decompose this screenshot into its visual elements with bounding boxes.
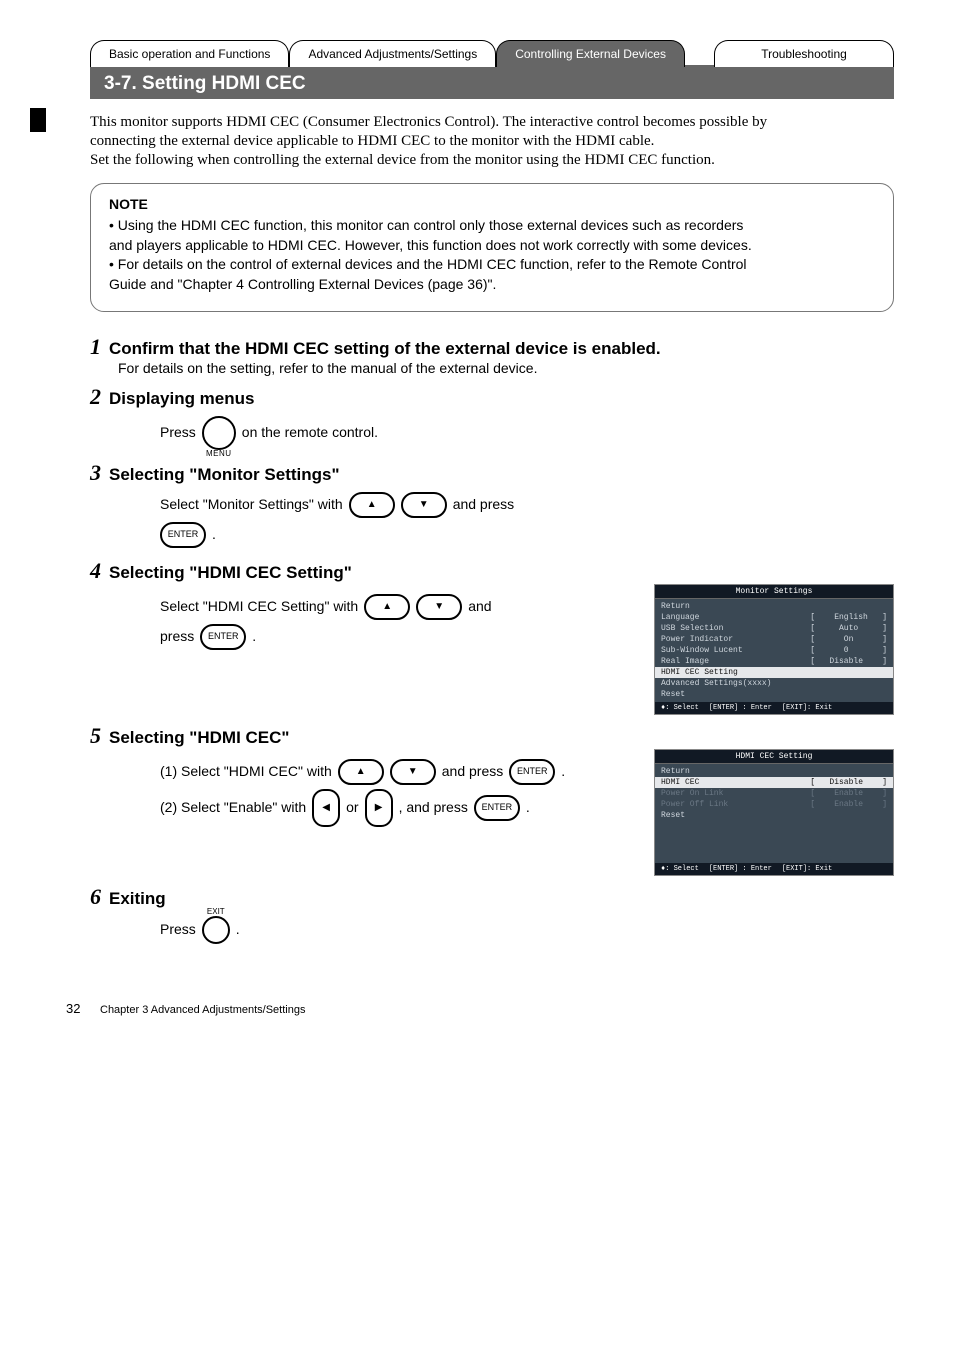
up-button-icon	[364, 594, 410, 620]
intro-paragraph: This monitor supports HDMI CEC (Consumer…	[90, 113, 894, 169]
step-title: Selecting "HDMI CEC"	[109, 728, 289, 748]
enter-button-icon: ENTER	[509, 759, 555, 785]
step-2: 2 Displaying menus Press MENU on the rem…	[90, 384, 894, 450]
step-title: Exiting	[109, 889, 166, 909]
note-box: NOTE • Using the HDMI CEC function, this…	[90, 183, 894, 311]
tab-label: Troubleshooting	[761, 47, 847, 61]
section-heading: 3-7. Setting HDMI CEC	[90, 65, 894, 99]
down-button-icon	[416, 594, 462, 620]
step-number: 4	[90, 558, 101, 584]
tab-external[interactable]: Controlling External Devices	[496, 40, 685, 67]
step-title: Confirm that the HDMI CEC setting of the…	[109, 339, 661, 359]
down-button-icon	[401, 492, 447, 518]
osd-row-highlight: HDMI CEC Setting	[655, 667, 893, 678]
step-number: 6	[90, 884, 101, 910]
page-footer: 32 Chapter 3 Advanced Adjustments/Settin…	[40, 1004, 894, 1024]
step-title: Selecting "HDMI CEC Setting"	[109, 563, 352, 583]
step-number: 2	[90, 384, 101, 410]
right-button-icon	[365, 789, 393, 827]
step-6: 6 Exiting Press EXIT .	[90, 884, 894, 944]
step-subtitle: For details on the setting, refer to the…	[118, 360, 894, 376]
tab-label: Advanced Adjustments/Settings	[308, 47, 477, 61]
exit-button-icon: EXIT	[202, 916, 230, 944]
chapter-label: Chapter 3 Advanced Adjustments/Settings	[100, 1004, 305, 1016]
enter-button-icon: ENTER	[474, 795, 520, 821]
tab-basic[interactable]: Basic operation and Functions	[90, 40, 289, 67]
step-5: 5 Selecting "HDMI CEC" (1) Select "HDMI …	[90, 723, 894, 876]
step-title: Selecting "Monitor Settings"	[109, 465, 340, 485]
osd-monitor-settings: Monitor Settings Return Language[ Englis…	[654, 584, 894, 715]
menu-button-icon: MENU	[202, 416, 236, 450]
note-title: NOTE	[109, 196, 875, 212]
up-button-icon	[338, 759, 384, 785]
osd-hdmi-cec-setting: HDMI CEC Setting Return HDMI CEC[ Disabl…	[654, 749, 894, 876]
step-number: 3	[90, 460, 101, 486]
enter-button-icon: ENTER	[200, 624, 246, 650]
step-title: Displaying menus	[109, 389, 254, 409]
tab-advanced[interactable]: Advanced Adjustments/Settings	[289, 40, 496, 67]
left-button-icon	[312, 789, 340, 827]
tab-strip: Basic operation and Functions Advanced A…	[90, 40, 894, 99]
step-1: 1 Confirm that the HDMI CEC setting of t…	[90, 334, 894, 376]
step-3: 3 Selecting "Monitor Settings" Select "M…	[90, 460, 894, 548]
page-number: 32	[66, 1001, 80, 1016]
down-button-icon	[390, 759, 436, 785]
tab-label: Controlling External Devices	[515, 47, 666, 61]
step-number: 1	[90, 334, 101, 360]
tab-label: Basic operation and Functions	[109, 47, 270, 61]
tab-troubleshoot[interactable]: Troubleshooting	[714, 40, 894, 67]
enter-button-icon: ENTER	[160, 522, 206, 548]
step-number: 5	[90, 723, 101, 749]
up-button-icon	[349, 492, 395, 518]
sidebar-marker	[30, 108, 46, 132]
step-4: 4 Selecting "HDMI CEC Setting" Select "H…	[90, 558, 894, 715]
osd-row-highlight: HDMI CEC[ Disable ]	[655, 777, 893, 788]
